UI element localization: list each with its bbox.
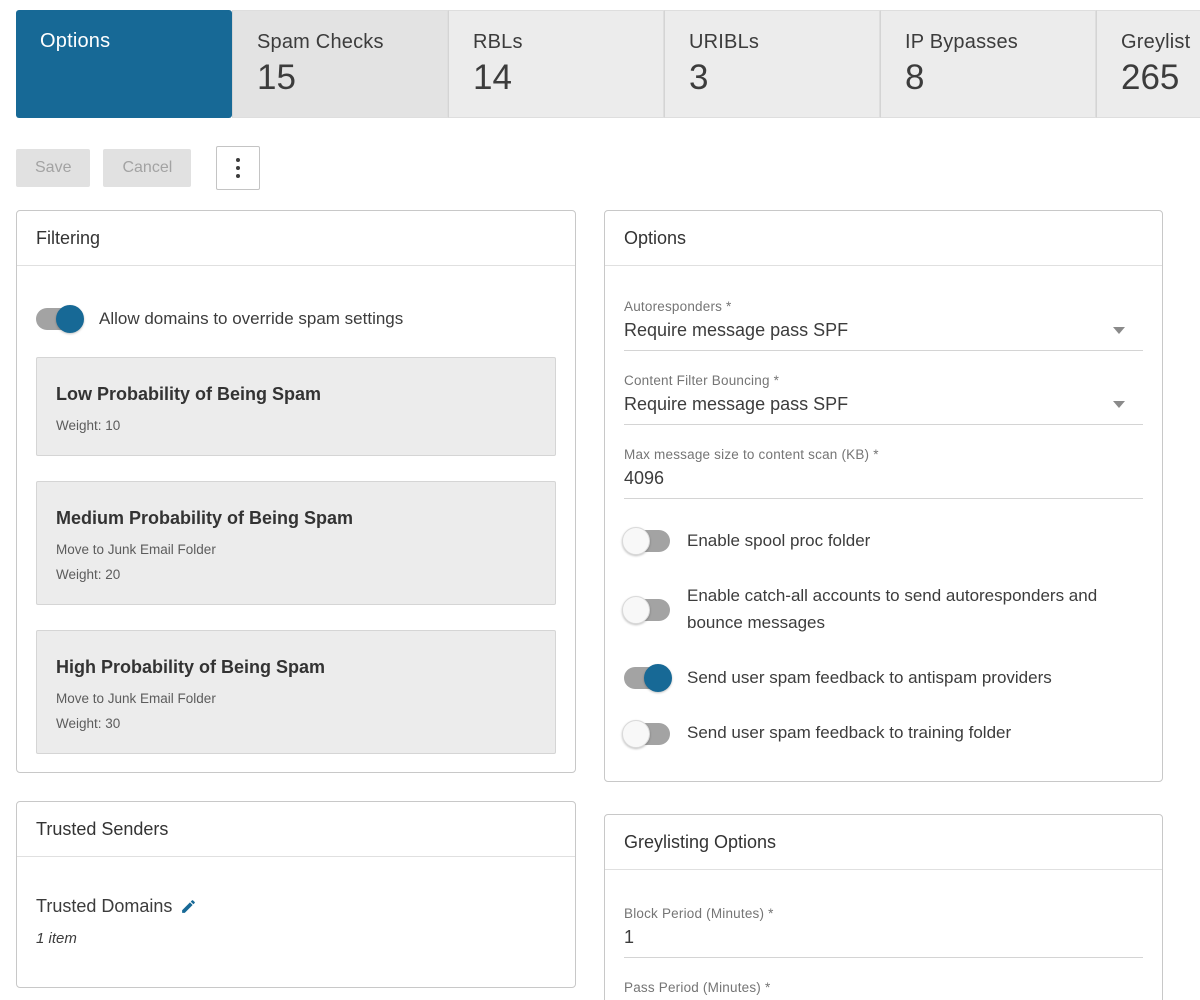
level-weight: Weight: 30	[56, 716, 536, 731]
field-label: Max message size to content scan (KB) *	[624, 447, 1143, 462]
spam-level-low[interactable]: Low Probability of Being Spam Weight: 10	[36, 357, 556, 456]
autoresponders-field: Autoresponders * Require message pass SP…	[624, 299, 1143, 351]
options-card-title: Options	[605, 211, 1162, 266]
greylisting-card: Greylisting Options Block Period (Minute…	[604, 814, 1163, 1000]
block-period-field: Block Period (Minutes) * 1	[624, 906, 1143, 958]
autoresponders-select[interactable]: Require message pass SPF	[624, 314, 1143, 351]
field-value: 4096	[624, 468, 664, 489]
toggle-knob	[644, 664, 672, 692]
tab-spam-checks[interactable]: Spam Checks 15	[232, 10, 448, 118]
save-button[interactable]: Save	[16, 149, 90, 187]
level-action: Move to Junk Email Folder	[56, 542, 536, 557]
tab-uribls[interactable]: URIBLs 3	[664, 10, 880, 118]
toggle-label: Send user spam feedback to antispam prov…	[687, 665, 1052, 691]
field-label: Autoresponders *	[624, 299, 1143, 314]
level-weight: Weight: 10	[56, 418, 536, 433]
max-message-size-input[interactable]: 4096	[624, 462, 1143, 499]
kebab-icon	[236, 158, 240, 162]
toggle-label: Allow domains to override spam settings	[99, 306, 403, 332]
tab-ip-bypasses[interactable]: IP Bypasses 8	[880, 10, 1096, 118]
tab-greylist[interactable]: Greylist 265	[1096, 10, 1200, 118]
trusted-senders-card: Trusted Senders Trusted Domains 1 item	[16, 801, 576, 988]
pass-period-field: Pass Period (Minutes) * 360	[624, 980, 1143, 1000]
spool-proc-toggle-row: Enable spool proc folder	[624, 528, 1143, 554]
content-filter-bouncing-select[interactable]: Require message pass SPF	[624, 388, 1143, 425]
tab-label: Greylist	[1121, 31, 1200, 54]
trusted-senders-card-title: Trusted Senders	[17, 802, 575, 857]
feedback-providers-toggle-row: Send user spam feedback to antispam prov…	[624, 665, 1143, 691]
spam-level-high[interactable]: High Probability of Being Spam Move to J…	[36, 630, 556, 754]
level-weight: Weight: 20	[56, 567, 536, 582]
field-label: Pass Period (Minutes) *	[624, 980, 1143, 995]
field-label: Block Period (Minutes) *	[624, 906, 1143, 921]
edit-pencil-icon[interactable]	[180, 898, 197, 915]
spam-level-medium[interactable]: Medium Probability of Being Spam Move to…	[36, 481, 556, 605]
level-action: Move to Junk Email Folder	[56, 691, 536, 706]
field-label: Content Filter Bouncing *	[624, 373, 1143, 388]
tab-count: 15	[257, 58, 447, 98]
max-message-size-field: Max message size to content scan (KB) * …	[624, 447, 1143, 499]
toggle-label: Enable spool proc folder	[687, 528, 870, 554]
spool-proc-toggle[interactable]	[624, 530, 670, 552]
toolbar: Save Cancel	[16, 146, 1200, 190]
level-title: Medium Probability of Being Spam	[56, 508, 536, 529]
more-actions-button[interactable]	[216, 146, 260, 190]
chevron-down-icon	[1113, 401, 1125, 408]
toggle-knob	[622, 527, 650, 555]
catch-all-toggle[interactable]	[624, 599, 670, 621]
field-value: Require message pass SPF	[624, 394, 848, 415]
field-value: Require message pass SPF	[624, 320, 848, 341]
trusted-domains-link[interactable]: Trusted Domains	[36, 896, 172, 917]
catch-all-toggle-row: Enable catch-all accounts to send autore…	[624, 583, 1143, 636]
filtering-card-title: Filtering	[17, 211, 575, 266]
tab-count: 265	[1121, 58, 1200, 98]
tab-label: RBLs	[473, 31, 663, 54]
tab-bar: Options Spam Checks 15 RBLs 14 URIBLs 3 …	[16, 10, 1200, 118]
toggle-knob	[56, 305, 84, 333]
level-title: High Probability of Being Spam	[56, 657, 536, 678]
content-filter-bouncing-field: Content Filter Bouncing * Require messag…	[624, 373, 1143, 425]
tab-count: 14	[473, 58, 663, 98]
toggle-knob	[622, 596, 650, 624]
toggle-knob	[622, 720, 650, 748]
tab-count: 8	[905, 58, 1095, 98]
chevron-down-icon	[1113, 327, 1125, 334]
block-period-input[interactable]: 1	[624, 921, 1143, 958]
feedback-providers-toggle[interactable]	[624, 667, 670, 689]
greylisting-card-title: Greylisting Options	[605, 815, 1162, 870]
feedback-training-toggle[interactable]	[624, 723, 670, 745]
tab-label: URIBLs	[689, 31, 879, 54]
antispam-settings-page: Options Spam Checks 15 RBLs 14 URIBLs 3 …	[0, 0, 1200, 1000]
trusted-domains-count: 1 item	[36, 930, 556, 947]
pass-period-input[interactable]: 360	[624, 995, 1143, 1000]
filtering-card: Filtering Allow domains to override spam…	[16, 210, 576, 773]
feedback-training-toggle-row: Send user spam feedback to training fold…	[624, 720, 1143, 746]
options-card: Options Autoresponders * Require message…	[604, 210, 1163, 782]
override-spam-toggle[interactable]	[36, 308, 82, 330]
tab-label: Spam Checks	[257, 31, 447, 54]
field-value: 1	[624, 927, 634, 948]
cancel-button[interactable]: Cancel	[103, 149, 191, 187]
tab-rbls[interactable]: RBLs 14	[448, 10, 664, 118]
level-title: Low Probability of Being Spam	[56, 384, 536, 405]
toggle-label: Send user spam feedback to training fold…	[687, 720, 1011, 746]
tab-options[interactable]: Options	[16, 10, 232, 118]
override-spam-toggle-row: Allow domains to override spam settings	[36, 306, 556, 332]
tab-label: Options	[40, 30, 232, 53]
tab-count: 3	[689, 58, 879, 98]
toggle-label: Enable catch-all accounts to send autore…	[687, 583, 1143, 636]
tab-label: IP Bypasses	[905, 31, 1095, 54]
